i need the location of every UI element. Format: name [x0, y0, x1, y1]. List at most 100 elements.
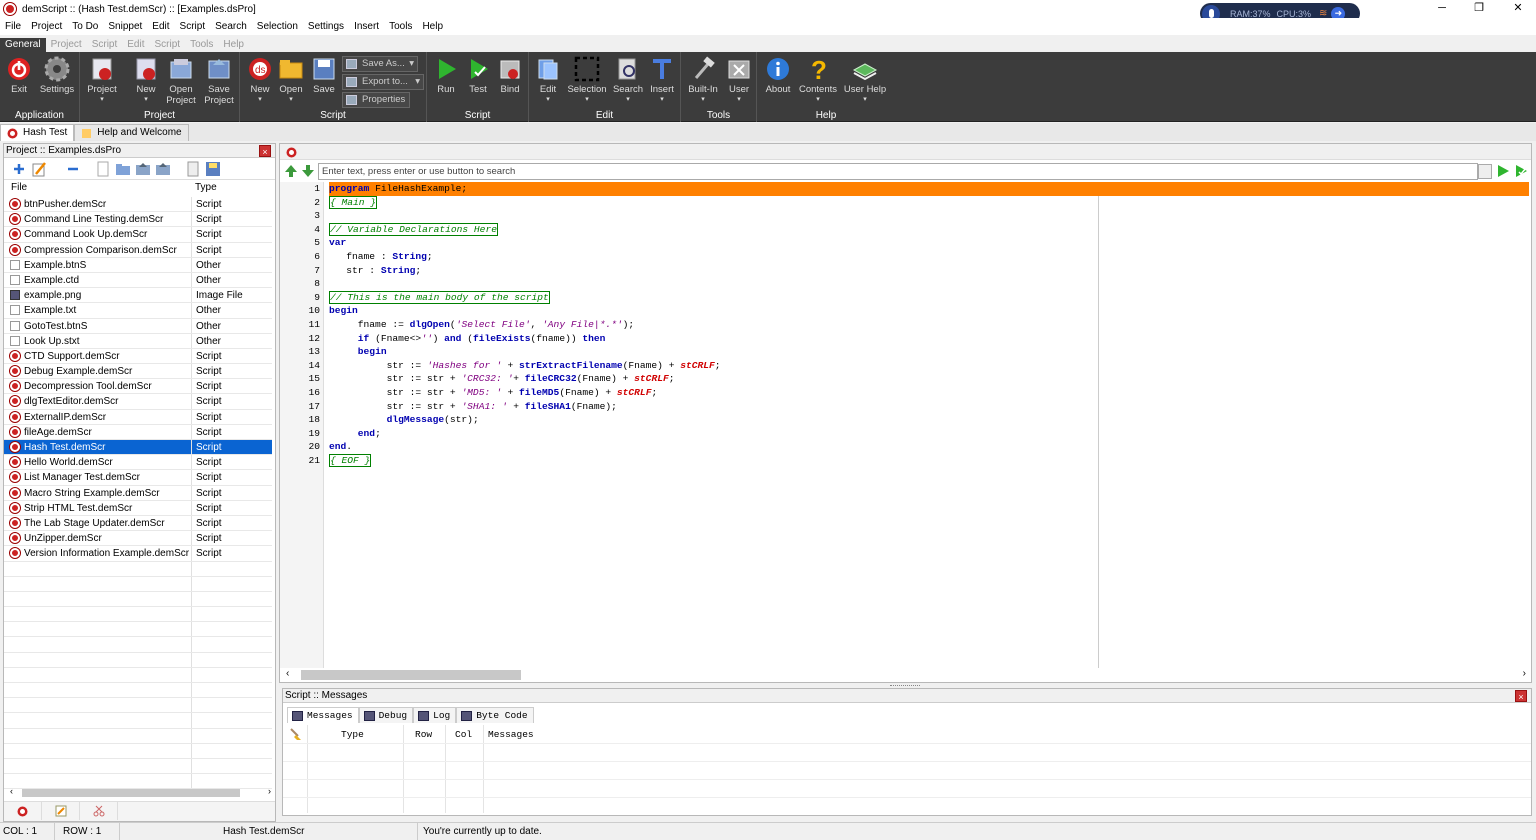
exit-button[interactable]: Exit — [4, 56, 34, 96]
close-messages-button[interactable]: × — [1515, 690, 1527, 702]
broom-icon[interactable] — [289, 727, 303, 744]
editor-hscrollbar[interactable]: ‹ › — [284, 668, 1528, 681]
add-file-icon[interactable] — [10, 161, 28, 177]
tab-byte-code[interactable]: Byte Code — [456, 707, 534, 723]
code-line[interactable]: var — [329, 236, 1529, 250]
search-magnifier-icon[interactable] — [1478, 164, 1492, 179]
save-project-button[interactable]: Save Project — [202, 56, 236, 106]
menu-todo[interactable]: To Do — [67, 21, 103, 32]
file-row[interactable]: dlgTextEditor.demScr Script — [4, 394, 272, 410]
ribbon-tab-script[interactable]: Script — [87, 38, 123, 52]
ribbon-tab-script-2[interactable]: Script — [150, 38, 186, 52]
search-input[interactable]: Enter text, press enter or use button to… — [318, 163, 1478, 180]
file-row[interactable]: Decompression Tool.demScr Script — [4, 379, 272, 395]
code-line[interactable]: dlgMessage(str); — [329, 413, 1529, 427]
file-row[interactable]: Command Look Up.demScr Script — [4, 227, 272, 243]
properties-doc-icon[interactable] — [184, 161, 202, 177]
edit-button[interactable]: Edit ▾ — [533, 56, 563, 103]
contents-button[interactable]: ? Contents ▾ — [797, 56, 839, 103]
code-line[interactable]: end; — [329, 427, 1529, 441]
file-row[interactable]: example.png Image File — [4, 288, 272, 304]
code-line[interactable]: { Main } — [329, 195, 1529, 210]
tab-help-and-welcome[interactable]: Help and Welcome — [74, 124, 189, 141]
minimize-button[interactable]: ─ — [1424, 0, 1460, 18]
builtin-tools-button[interactable]: Built-In ▾ — [685, 56, 721, 103]
search-button[interactable]: Search ▾ — [611, 56, 645, 103]
menu-search[interactable]: Search — [210, 21, 252, 32]
code-line[interactable]: fname : String; — [329, 250, 1529, 264]
snippets-tab-icon[interactable] — [80, 802, 118, 820]
code-line[interactable]: begin — [329, 345, 1529, 359]
code-line[interactable]: // This is the main body of the script — [329, 290, 1529, 305]
file-row[interactable]: fileAge.demScr Script — [4, 424, 272, 440]
code-area[interactable]: program FileHashExample;{ Main } // Varia… — [329, 182, 1529, 668]
file-row[interactable]: CTD Support.demScr Script — [4, 348, 272, 365]
script-tab-icon[interactable] — [4, 802, 42, 820]
column-type[interactable]: Type — [191, 180, 217, 196]
ribbon-tab-tools[interactable]: Tools — [185, 38, 218, 52]
menu-selection[interactable]: Selection — [252, 21, 303, 32]
save-all-icon[interactable] — [154, 161, 172, 177]
user-help-button[interactable]: User Help ▾ — [843, 56, 887, 103]
search-all-icon[interactable] — [1514, 164, 1528, 181]
code-line[interactable]: str := 'Hashes for ' + strExtractFilenam… — [329, 359, 1529, 373]
column-msg-messages[interactable]: Messages — [488, 729, 534, 740]
file-row[interactable]: Hash Test.demScr Script — [4, 440, 272, 456]
export-button[interactable]: Export to... ▾ — [342, 74, 424, 90]
insert-button[interactable]: Insert ▾ — [647, 56, 677, 103]
tab-log[interactable]: Log — [413, 707, 457, 723]
code-line[interactable]: str := str + 'CRC32: '+ fileCRC32(Fname)… — [329, 372, 1529, 386]
column-file[interactable]: File — [4, 180, 191, 196]
scroll-right-icon[interactable]: › — [268, 786, 271, 796]
search-up-icon[interactable] — [284, 164, 298, 181]
project-hscroll-thumb[interactable] — [22, 789, 240, 797]
code-line[interactable]: str := str + 'SHA1: ' + fileSHA1(Fname); — [329, 400, 1529, 414]
code-line[interactable]: end. — [329, 440, 1529, 454]
file-row[interactable]: Strip HTML Test.demScr Script — [4, 500, 272, 516]
new-project-button[interactable]: New ▾ — [132, 56, 160, 103]
menu-tools[interactable]: Tools — [384, 21, 417, 32]
file-row[interactable]: Debug Example.demScr Script — [4, 364, 272, 380]
menu-project[interactable]: Project — [26, 21, 67, 32]
bind-button[interactable]: Bind — [496, 56, 524, 96]
menu-help[interactable]: Help — [417, 21, 448, 32]
ribbon-tab-edit[interactable]: Edit — [122, 38, 149, 52]
code-line[interactable]: { EOF } — [329, 453, 1529, 468]
file-row[interactable]: Example.btnS Other — [4, 257, 272, 273]
ribbon-tab-general[interactable]: General — [0, 38, 46, 52]
code-line[interactable]: // Variable Declarations Here — [329, 222, 1529, 237]
open-script-button[interactable]: Open ▾ — [277, 56, 305, 103]
search-go-icon[interactable] — [1496, 164, 1510, 181]
editor-scroll-left-icon[interactable]: ‹ — [286, 668, 289, 679]
close-window-button[interactable]: ✕ — [1500, 0, 1536, 18]
menu-settings[interactable]: Settings — [303, 21, 349, 32]
file-row[interactable]: The Lab Stage Updater.demScr Script — [4, 515, 272, 532]
notes-tab-icon[interactable] — [42, 802, 80, 820]
close-project-panel-button[interactable]: × — [259, 145, 271, 157]
save-script-button[interactable]: Save — [310, 56, 338, 96]
code-line[interactable]: begin — [329, 304, 1529, 318]
new-script-button[interactable]: ds New ▾ — [246, 56, 274, 103]
ribbon-tab-help[interactable]: Help — [218, 38, 249, 52]
menu-snippet[interactable]: Snippet — [103, 21, 147, 32]
project-hscrollbar[interactable]: ‹ › — [8, 786, 273, 799]
column-msg-type[interactable]: Type — [341, 729, 364, 740]
remove-file-icon[interactable] — [64, 161, 82, 177]
maximize-button[interactable]: ❐ — [1461, 0, 1497, 18]
scroll-left-icon[interactable]: ‹ — [10, 786, 13, 796]
menu-script[interactable]: Script — [175, 21, 211, 32]
test-button[interactable]: Test — [464, 56, 492, 96]
selection-button[interactable]: Selection ▾ — [566, 56, 608, 103]
tab-messages[interactable]: Messages — [287, 707, 359, 723]
file-row[interactable]: Command Line Testing.demScr Script — [4, 212, 272, 228]
code-line[interactable] — [329, 277, 1529, 291]
code-line[interactable] — [329, 209, 1529, 223]
tab-debug[interactable]: Debug — [358, 707, 414, 723]
column-msg-col[interactable]: Col — [455, 729, 472, 740]
project-button[interactable]: Project ▾ — [86, 56, 118, 103]
about-button[interactable]: About — [761, 56, 795, 96]
column-msg-row[interactable]: Row — [415, 729, 432, 740]
code-line[interactable]: str : String; — [329, 264, 1529, 278]
file-row[interactable]: List Manager Test.demScr Script — [4, 470, 272, 486]
open-folder-icon[interactable] — [114, 161, 132, 177]
